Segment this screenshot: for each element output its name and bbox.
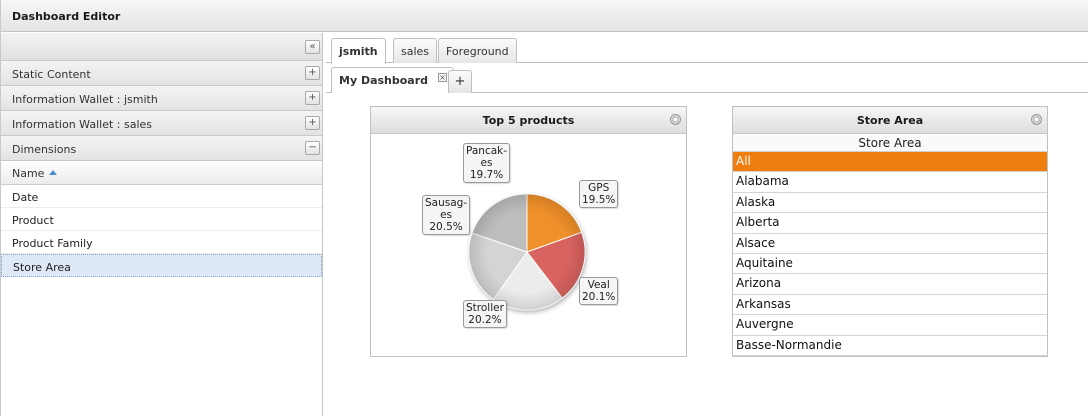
pie-chart [468, 193, 586, 311]
label-line: es [440, 209, 453, 221]
store-area-column-header: Store Area [733, 134, 1047, 152]
store-area-row[interactable]: Aquitaine [733, 254, 1047, 275]
add-dashboard-button[interactable]: + [448, 70, 472, 93]
title-bar: Dashboard Editor [1, 0, 1088, 32]
panel-header: Store Area [733, 107, 1047, 134]
dashboard-editor-window: Dashboard Editor « Static Content + Info… [0, 0, 1088, 416]
section-static-content[interactable]: Static Content + [1, 61, 322, 86]
tab-jsmith[interactable]: jsmith [331, 38, 386, 64]
slice-label-stroller: Stroller 20.2% [463, 300, 507, 328]
panel-header: Top 5 products [371, 107, 686, 134]
section-label: Dimensions [12, 143, 77, 156]
dimension-row-product-family[interactable]: Product Family [1, 231, 322, 254]
panel-title: Top 5 products [482, 114, 575, 127]
expand-icon[interactable]: + [305, 66, 320, 80]
store-area-row[interactable]: Arkansas [733, 295, 1047, 316]
tab-sales[interactable]: sales [393, 38, 438, 63]
store-area-row[interactable]: Alabama [733, 172, 1047, 193]
dimension-label: Date [12, 191, 39, 204]
store-area-row[interactable]: Alaska [733, 193, 1047, 214]
name-column-header[interactable]: Name [1, 161, 322, 185]
sort-ascending-icon [49, 170, 58, 175]
label-value: 19.5% [582, 194, 616, 206]
label-line: es [480, 157, 493, 169]
section-label: Static Content [12, 68, 91, 81]
dashboard-tab-bar: My Dashboard × + [326, 63, 1088, 93]
section-label: Information Wallet : sales [12, 118, 153, 131]
collapse-sidebar-button[interactable]: « [305, 40, 320, 54]
dimension-row-date[interactable]: Date [1, 185, 322, 208]
slice-label-pancakes: Pancak- es 19.7% [463, 143, 511, 183]
tab-my-dashboard[interactable]: My Dashboard × [331, 67, 455, 93]
label-value: 19.7% [469, 169, 504, 181]
dimension-label: Store Area [13, 261, 71, 274]
collapse-icon[interactable]: − [305, 141, 320, 155]
label-value: 20.1% [582, 291, 616, 303]
label-line: GPS [588, 182, 610, 194]
settings-icon[interactable] [670, 114, 681, 125]
user-tab-bar: jsmith sales Foreground [326, 33, 1088, 64]
close-tab-icon[interactable]: × [438, 73, 448, 82]
column-label: Name [12, 167, 45, 180]
label-line: Sausag- [425, 197, 468, 209]
section-wallet-jsmith[interactable]: Information Wallet : jsmith + [1, 86, 322, 111]
label-line: Pancak- [466, 145, 508, 157]
top-products-panel: Top 5 products Pancak- es 19.7% GPS 19.5… [370, 106, 687, 357]
sidebar-header: « [1, 33, 322, 61]
store-area-row[interactable]: Alsace [733, 234, 1047, 254]
sidebar: « Static Content + Information Wallet : … [1, 33, 323, 416]
tab-foreground[interactable]: Foreground [438, 38, 517, 63]
store-area-panel: Store Area Store Area All Alabama Alaska Al… [732, 106, 1048, 357]
store-area-row[interactable]: Arizona [733, 274, 1047, 295]
section-label: Information Wallet : jsmith [12, 93, 158, 106]
label-value: 20.5% [429, 221, 463, 233]
dimension-label: Product [12, 214, 54, 227]
store-area-list: All Alabama Alaska Alberta Alsace Aquitaine Ar… [733, 152, 1047, 356]
tab-label: My Dashboard [339, 74, 429, 87]
store-area-row[interactable]: Alberta [733, 213, 1047, 234]
slice-label-veal: Veal 20.1% [579, 277, 619, 305]
store-area-row[interactable]: Basse-Normandie [733, 336, 1047, 356]
panel-title: Store Area [856, 114, 924, 127]
section-wallet-sales[interactable]: Information Wallet : sales + [1, 111, 322, 136]
dimension-label: Product Family [12, 237, 93, 250]
label-value: 20.2% [468, 314, 502, 326]
store-area-row[interactable]: Auvergne [733, 315, 1047, 336]
store-area-row[interactable]: All [733, 152, 1047, 173]
expand-icon[interactable]: + [305, 91, 320, 105]
slice-label-sausages: Sausag- es 20.5% [422, 195, 471, 235]
window-title: Dashboard Editor [12, 10, 121, 23]
slice-label-gps: GPS 19.5% [579, 180, 619, 208]
settings-icon[interactable] [1031, 114, 1042, 125]
dimension-row-product[interactable]: Product [1, 208, 322, 231]
section-dimensions[interactable]: Dimensions − [1, 136, 322, 161]
dimension-row-store-area[interactable]: Store Area [1, 254, 322, 277]
label-line: Stroller [466, 302, 504, 314]
label-line: Veal [587, 279, 610, 291]
expand-icon[interactable]: + [305, 116, 320, 130]
